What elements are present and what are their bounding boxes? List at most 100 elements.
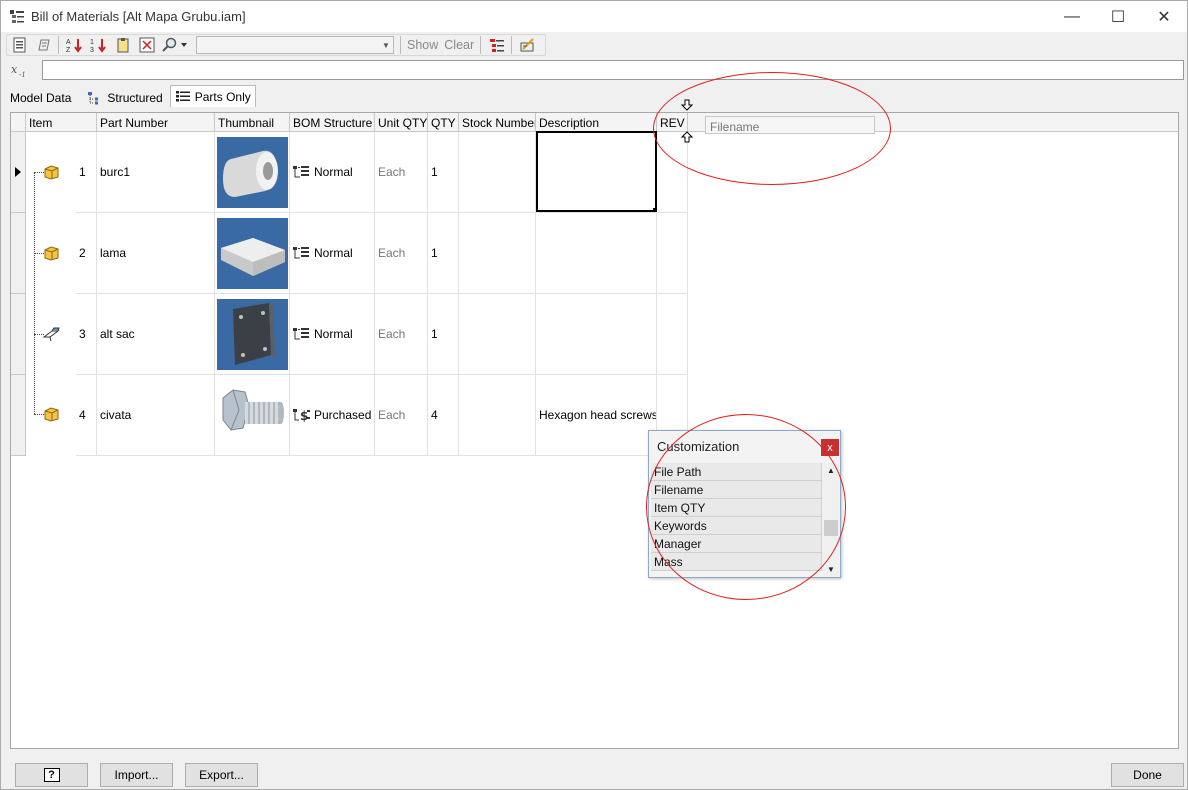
description-cell[interactable]	[536, 294, 657, 375]
stock-number-cell[interactable]	[459, 375, 536, 456]
view-combo[interactable]: ▼	[196, 36, 394, 54]
field-item-file-path[interactable]: File Path	[651, 463, 822, 481]
bom-editor-icon[interactable]	[136, 35, 158, 55]
tab-parts-only[interactable]: Parts Only	[169, 85, 256, 107]
chevron-down-icon[interactable]: ▼	[379, 37, 393, 53]
renumber-icon[interactable]: 13	[88, 35, 110, 55]
bom-structure-cell[interactable]: Normal	[290, 213, 375, 294]
minimize-button[interactable]: —	[1049, 1, 1095, 32]
bom-tabs: Model Data Structured Parts Only	[5, 85, 256, 107]
formula-icon[interactable]: x -1	[6, 60, 32, 80]
row-selector[interactable]	[11, 132, 26, 213]
current-row-arrow-icon	[15, 167, 21, 177]
help-icon: ?	[43, 768, 60, 782]
sheet-metal-part-icon	[42, 327, 60, 342]
part-number-cell[interactable]: alt sac	[97, 294, 215, 375]
toolbar: AZ 13 ▼ Show Clear	[6, 34, 546, 56]
description-cell[interactable]	[536, 213, 657, 294]
update-mass-icon[interactable]	[517, 35, 539, 55]
row-selector[interactable]	[11, 294, 26, 375]
field-item-item-qty[interactable]: Item QTY	[651, 499, 822, 517]
tab-structured[interactable]: Structured	[82, 87, 167, 107]
rev-cell[interactable]	[657, 213, 688, 294]
grid-header: Item Part Number Thumbnail BOM Structure…	[11, 113, 1178, 132]
field-item-keywords[interactable]: Keywords	[651, 517, 822, 535]
column-header-part-number[interactable]: Part Number	[97, 113, 215, 132]
qty-cell[interactable]: 4	[428, 375, 459, 456]
plate-thumbnail	[217, 217, 288, 289]
scroll-thumb[interactable]	[824, 520, 838, 536]
tree-connector	[34, 172, 35, 414]
selected-description-cell[interactable]	[536, 131, 657, 212]
field-item-mass[interactable]: Mass	[651, 553, 822, 571]
show-button[interactable]: Show	[407, 38, 438, 52]
scroll-down-icon[interactable]: ▼	[823, 562, 839, 576]
unit-qty-cell[interactable]: Each	[375, 213, 428, 294]
scroll-up-icon[interactable]: ▲	[823, 463, 839, 477]
unit-qty-cell[interactable]: Each	[375, 294, 428, 375]
item-cell[interactable]: 4	[76, 375, 97, 456]
row-selector[interactable]	[11, 213, 26, 294]
maximize-button[interactable]: ☐	[1095, 1, 1141, 32]
stock-number-cell[interactable]	[459, 132, 536, 213]
export-bom-icon[interactable]	[33, 35, 55, 55]
rev-cell[interactable]	[657, 294, 688, 375]
stock-number-cell[interactable]	[459, 213, 536, 294]
column-header-stock-number[interactable]: Stock Number	[459, 113, 536, 132]
window-title: Bill of Materials [Alt Mapa Grubu.iam]	[31, 9, 246, 24]
sort-icon[interactable]: AZ	[64, 35, 86, 55]
part-icon	[44, 165, 59, 180]
column-header-item[interactable]: Item	[26, 113, 97, 132]
part-number-cell[interactable]: burc1	[97, 132, 215, 213]
bom-structure-cell[interactable]: Normal	[290, 294, 375, 375]
close-button[interactable]: ✕	[1141, 1, 1187, 32]
tab-label: Parts Only	[194, 89, 251, 104]
part-icon	[44, 407, 59, 422]
bom-structure-cell[interactable]: Normal	[290, 132, 375, 213]
field-item-manager[interactable]: Manager	[651, 535, 822, 553]
field-item-filename[interactable]: Filename	[651, 481, 822, 499]
description-cell[interactable]: Hexagon head screws	[536, 375, 657, 456]
column-header-rev[interactable]: REV	[657, 113, 688, 132]
help-button[interactable]: ?	[15, 763, 88, 787]
export-button[interactable]: Export...	[185, 763, 258, 787]
column-header-bom-structure[interactable]: BOM Structure	[290, 113, 375, 132]
column-header-qty[interactable]: QTY	[428, 113, 459, 132]
tab-model-data[interactable]: Model Data	[5, 87, 76, 107]
dragged-column-header-filename[interactable]: Filename	[705, 116, 875, 134]
find-icon[interactable]	[160, 35, 190, 55]
qty-cell[interactable]: 1	[428, 132, 459, 213]
qty-cell[interactable]: 1	[428, 294, 459, 375]
item-cell[interactable]: 3	[76, 294, 97, 375]
stock-number-cell[interactable]	[459, 294, 536, 375]
item-cell[interactable]: 2	[76, 213, 97, 294]
import-button[interactable]: Import...	[100, 763, 173, 787]
svg-text:x: x	[11, 63, 18, 76]
bom-structure-cell[interactable]: $ Purchased	[290, 375, 375, 456]
part-number-cell[interactable]: civata	[97, 375, 215, 456]
clipboard-icon[interactable]	[112, 35, 134, 55]
fill-handle[interactable]	[653, 208, 657, 212]
customization-scrollbar[interactable]: ▲ ▼	[823, 463, 839, 576]
rev-cell[interactable]	[657, 132, 688, 213]
unit-qty-cell[interactable]: Each	[375, 132, 428, 213]
done-button[interactable]: Done	[1111, 763, 1184, 787]
thumbnail-cell	[215, 294, 290, 375]
customization-close-button[interactable]: x	[821, 439, 839, 456]
view-list-icon[interactable]	[486, 35, 508, 55]
unit-qty-cell[interactable]: Each	[375, 375, 428, 456]
thumbnail-cell	[215, 213, 290, 294]
formula-input[interactable]	[42, 60, 1184, 80]
column-header-description[interactable]: Description	[536, 113, 657, 132]
column-header-thumbnail[interactable]: Thumbnail	[215, 113, 290, 132]
bom-properties-icon[interactable]	[9, 35, 31, 55]
part-number-cell[interactable]: lama	[97, 213, 215, 294]
clear-button[interactable]: Clear	[444, 38, 474, 52]
qty-cell[interactable]: 1	[428, 213, 459, 294]
normal-structure-icon	[293, 328, 309, 340]
item-cell[interactable]: 1	[76, 132, 97, 213]
column-header-unit-qty[interactable]: Unit QTY	[375, 113, 428, 132]
header-corner	[11, 113, 26, 132]
row-selector[interactable]	[11, 375, 26, 456]
bom-structure-value: Purchased	[314, 408, 372, 422]
